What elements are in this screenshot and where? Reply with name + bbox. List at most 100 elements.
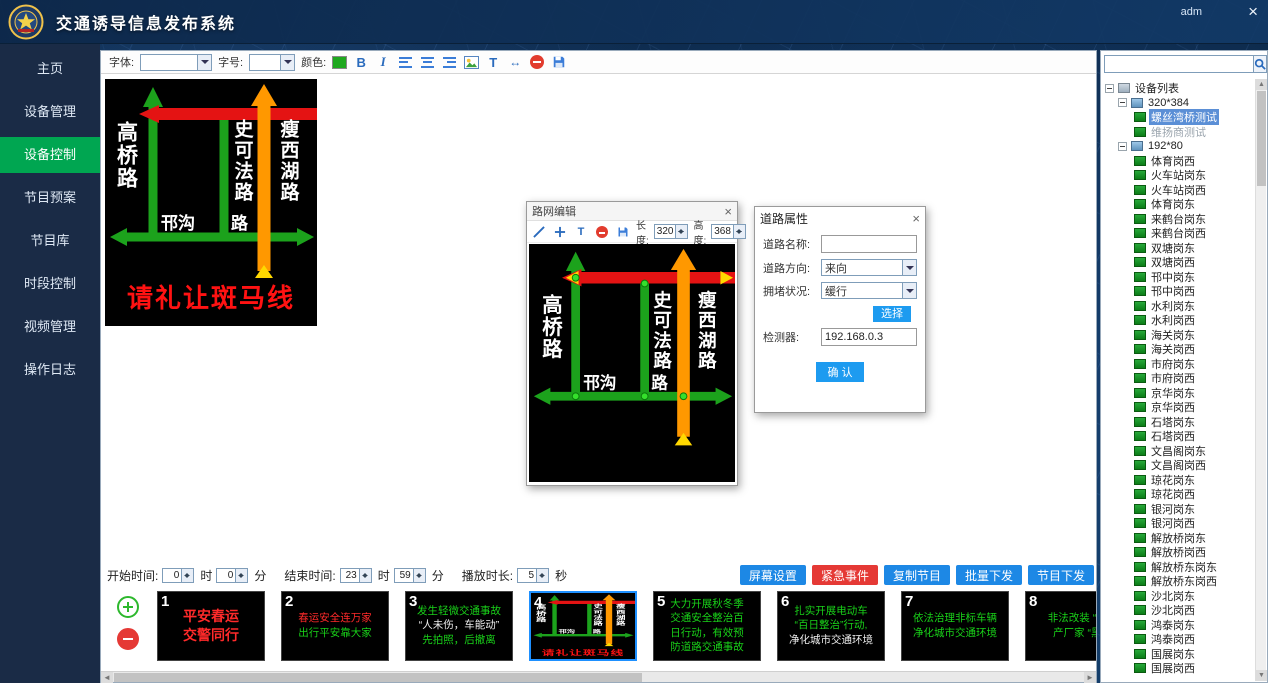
- tree-item[interactable]: 设备列表: [1103, 81, 1254, 96]
- tree-item[interactable]: 市府岗西: [1103, 371, 1254, 386]
- tree-item[interactable]: 火车站岗东: [1103, 168, 1254, 183]
- tree-expander-icon[interactable]: [1105, 84, 1114, 93]
- road-name-input[interactable]: [821, 235, 917, 253]
- tree-item[interactable]: 国展岗东: [1103, 647, 1254, 662]
- end-hour-spinner[interactable]: 23: [340, 568, 372, 583]
- close-icon[interactable]: ×: [724, 204, 732, 219]
- program-thumbnail[interactable]: 1 平安春运 交警同行: [157, 591, 265, 661]
- scroll-right-icon[interactable]: ►: [1084, 672, 1096, 683]
- tree-item[interactable]: 体育岗东: [1103, 197, 1254, 212]
- duration-spinner[interactable]: 5: [517, 568, 549, 583]
- color-swatch[interactable]: [332, 56, 347, 69]
- start-hour-spinner[interactable]: 0: [162, 568, 194, 583]
- tree-item[interactable]: 沙北岗西: [1103, 603, 1254, 618]
- program-thumbnail[interactable]: 5 大力开展秋冬季 交通安全整治百 日行动，有效预 防道路交通事故: [653, 591, 761, 661]
- tree-item[interactable]: 琼花岗东: [1103, 473, 1254, 488]
- tree-item[interactable]: 解放桥岗西: [1103, 545, 1254, 560]
- search-input[interactable]: [1104, 55, 1254, 73]
- sidebar-item[interactable]: 操作日志: [0, 352, 100, 388]
- italic-button[interactable]: I: [375, 54, 391, 71]
- sidebar-item[interactable]: 视频管理: [0, 309, 100, 345]
- sidebar-item[interactable]: 主页: [0, 51, 100, 87]
- scrollbar-thumb[interactable]: [1257, 91, 1266, 186]
- scrollbar-thumb[interactable]: [114, 673, 642, 682]
- spinner-arrows[interactable]: [181, 569, 193, 582]
- height-spinner[interactable]: 368: [711, 224, 746, 239]
- program-thumbnail[interactable]: 2 春运安全连万家 出行平安靠大家: [281, 591, 389, 661]
- save-button[interactable]: [615, 223, 631, 240]
- tree-item[interactable]: 鸿泰岗东: [1103, 618, 1254, 633]
- tree-item[interactable]: 解放桥东岗西: [1103, 574, 1254, 589]
- program-thumbnail[interactable]: 6 扎实开展电动车 “百日整治”行动, 净化城市交通环境: [777, 591, 885, 661]
- align-center-button[interactable]: [419, 54, 435, 71]
- spinner-arrows[interactable]: [235, 569, 247, 582]
- tree-item[interactable]: 国展岗西: [1103, 661, 1254, 676]
- tree-item[interactable]: 体育岗西: [1103, 154, 1254, 169]
- delete-button[interactable]: [594, 223, 610, 240]
- tree-item[interactable]: 石塔岗西: [1103, 429, 1254, 444]
- action-button[interactable]: 批量下发: [956, 565, 1022, 585]
- detector-input[interactable]: [821, 328, 917, 346]
- text-tool-button[interactable]: T: [573, 223, 589, 240]
- sidebar-item[interactable]: 时段控制: [0, 266, 100, 302]
- spinner-arrows[interactable]: [733, 225, 745, 238]
- sidebar-item[interactable]: 设备控制: [0, 137, 100, 173]
- spinner-arrows[interactable]: [536, 569, 548, 582]
- program-thumbnail[interactable]: 4: [529, 591, 637, 661]
- tree-item[interactable]: 水利岗西: [1103, 313, 1254, 328]
- scroll-left-icon[interactable]: ◄: [101, 672, 113, 683]
- align-left-button[interactable]: [397, 54, 413, 71]
- tree-item[interactable]: 双塘岗西: [1103, 255, 1254, 270]
- sign-preview-canvas[interactable]: 高桥路 史可法路 瘦西湖路 邗沟 路 请礼让斑马线: [105, 79, 317, 326]
- tree-expander-icon[interactable]: [1118, 142, 1127, 151]
- delete-button[interactable]: [529, 54, 545, 71]
- fit-width-button[interactable]: ↔: [507, 54, 523, 71]
- sidebar-item[interactable]: 设备管理: [0, 94, 100, 130]
- roadnet-canvas[interactable]: 高桥路 史可法路 瘦西湖路 邗沟 路: [529, 244, 735, 482]
- tree-item[interactable]: 螺丝湾桥测试: [1103, 110, 1254, 125]
- sidebar-item[interactable]: 节目库: [0, 223, 100, 259]
- vertical-scrollbar[interactable]: ▲ ▼: [1255, 79, 1266, 681]
- tree-item[interactable]: 京华岗东: [1103, 386, 1254, 401]
- tree-item[interactable]: 银河岗东: [1103, 502, 1254, 517]
- congestion-select[interactable]: 缓行: [821, 282, 917, 299]
- tree-item[interactable]: 市府岗东: [1103, 357, 1254, 372]
- action-button[interactable]: 屏幕设置: [740, 565, 806, 585]
- size-select[interactable]: [249, 54, 295, 71]
- tree-item[interactable]: 邗中岗东: [1103, 270, 1254, 285]
- tree-item[interactable]: 沙北岗东: [1103, 589, 1254, 604]
- program-thumbnail[interactable]: 7 依法治理非标车辆 净化城市交通环境: [901, 591, 1009, 661]
- tree-item[interactable]: 火车站岗西: [1103, 183, 1254, 198]
- tree-item[interactable]: 来鹤台岗东: [1103, 212, 1254, 227]
- tree-item[interactable]: 解放桥岗东: [1103, 531, 1254, 546]
- tree-item[interactable]: 京华岗西: [1103, 400, 1254, 415]
- remove-program-button[interactable]: [117, 628, 139, 650]
- tree-item[interactable]: 来鹤台岗西: [1103, 226, 1254, 241]
- text-tool-button[interactable]: T: [485, 54, 501, 71]
- select-button[interactable]: 选择: [873, 306, 911, 322]
- scroll-down-icon[interactable]: ▼: [1256, 670, 1267, 681]
- tree-item[interactable]: 320*384: [1103, 96, 1254, 111]
- tree-item[interactable]: 解放桥东岗东: [1103, 560, 1254, 575]
- program-thumbnail[interactable]: 8 非法改装 “严” 产厂家 “黑”: [1025, 591, 1096, 661]
- font-select[interactable]: [140, 54, 212, 71]
- road-direction-select[interactable]: 来向: [821, 259, 917, 276]
- close-icon[interactable]: ×: [1248, 2, 1258, 22]
- horizontal-scrollbar[interactable]: ◄ ►: [101, 671, 1096, 682]
- props-dialog-titlebar[interactable]: 道路属性 ×: [755, 207, 925, 229]
- line-tool-button[interactable]: [531, 223, 547, 240]
- action-button[interactable]: 紧急事件: [812, 565, 878, 585]
- tree-item[interactable]: 文昌阁岗东: [1103, 444, 1254, 459]
- tree-item[interactable]: 双塘岗东: [1103, 241, 1254, 256]
- tree-item[interactable]: 水利岗东: [1103, 299, 1254, 314]
- align-right-button[interactable]: [441, 54, 457, 71]
- search-button[interactable]: [1254, 55, 1267, 73]
- start-minute-spinner[interactable]: 0: [216, 568, 248, 583]
- end-minute-spinner[interactable]: 59: [394, 568, 426, 583]
- tree-item[interactable]: 海关岗东: [1103, 328, 1254, 343]
- action-button[interactable]: 复制节目: [884, 565, 950, 585]
- cross-tool-button[interactable]: [552, 223, 568, 240]
- tree-expander-icon[interactable]: [1118, 98, 1127, 107]
- save-button[interactable]: [551, 54, 567, 71]
- confirm-button[interactable]: 确 认: [816, 362, 864, 382]
